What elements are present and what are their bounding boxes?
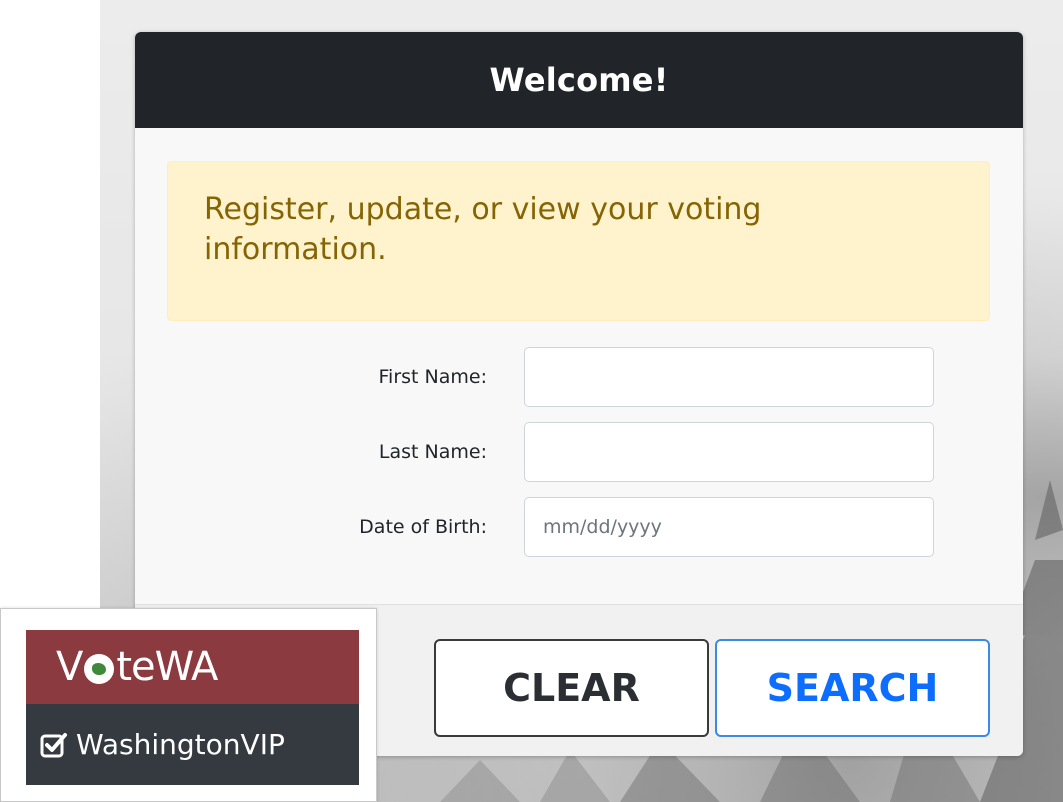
- card-title: Welcome!: [489, 61, 669, 99]
- washington-state-icon: [84, 654, 115, 684]
- logo-brand-pre: V: [56, 644, 83, 690]
- dob-row: Date of Birth:: [135, 497, 1023, 557]
- search-button[interactable]: SEARCH: [715, 639, 990, 737]
- logo-brand-post: teWA: [116, 644, 218, 690]
- dob-input[interactable]: [524, 497, 934, 557]
- page: Welcome! Register, update, or view your …: [0, 0, 1063, 802]
- last-name-label: Last Name:: [378, 441, 487, 463]
- dob-label: Date of Birth:: [359, 516, 487, 538]
- last-name-input[interactable]: [524, 422, 934, 482]
- card-header: Welcome!: [135, 32, 1023, 128]
- logo-brand-bar: V teWA: [26, 630, 359, 704]
- alert-message: Register, update, or view your voting in…: [204, 192, 762, 267]
- last-name-row: Last Name:: [135, 422, 1023, 482]
- first-name-row: First Name:: [135, 347, 1023, 407]
- first-name-input[interactable]: [524, 347, 934, 407]
- clear-button[interactable]: CLEAR: [434, 639, 709, 737]
- info-alert: Register, update, or view your voting in…: [167, 161, 990, 321]
- votewa-logo: V teWA WashingtonVIP: [0, 608, 377, 802]
- logo-subtitle-bar: WashingtonVIP: [26, 704, 359, 785]
- first-name-label: First Name:: [378, 366, 487, 388]
- checkbox-checked-icon: [40, 732, 67, 757]
- logo-brand-text: V teWA: [56, 644, 218, 690]
- logo-subtitle: WashingtonVIP: [76, 728, 285, 761]
